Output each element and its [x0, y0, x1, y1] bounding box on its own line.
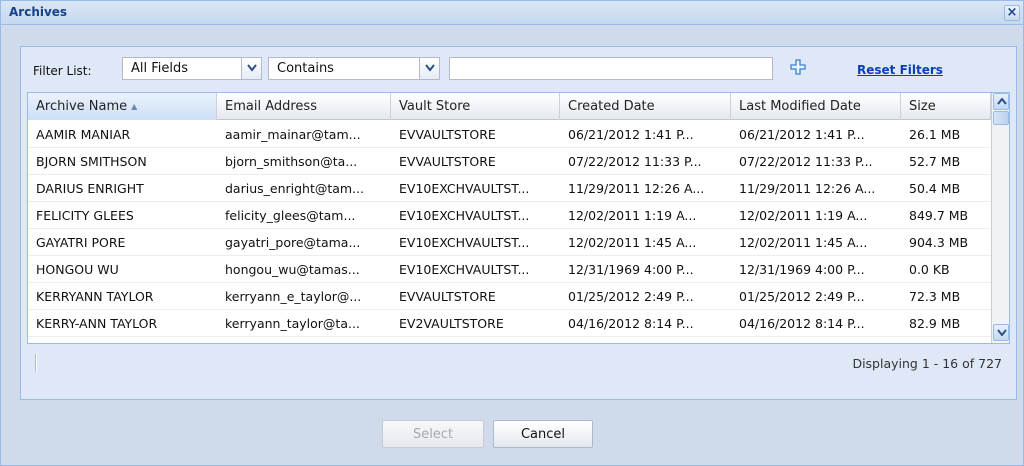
filter-operator-select[interactable]: Contains: [268, 57, 440, 80]
cell-vault-store: EVVAULTSTORE: [399, 154, 496, 169]
cell-archive-name: GAYATRI PORE: [36, 235, 126, 250]
cell-archive-name: KERRY-ANN TAYLOR: [36, 316, 158, 331]
cell-last-modified-date: 11/29/2011 12:26 A...: [739, 181, 876, 196]
column-label: Last Modified Date: [739, 99, 861, 114]
cell-size: 904.3 MB: [909, 235, 969, 250]
column-label: Created Date: [568, 99, 655, 114]
column-header-email-address[interactable]: Email Address: [217, 93, 391, 120]
table-row[interactable]: FELICITY GLEES felicity_glees@tam... EV10E…: [28, 202, 991, 229]
cell-email-address: kerryann_taylor@ta...: [225, 316, 360, 331]
column-label: Vault Store: [399, 99, 471, 114]
column-label: Archive Name: [36, 99, 128, 114]
cell-email-address: gayatri_pore@tama...: [225, 235, 361, 250]
archives-grid: Archive Name ▲ Email Address Vault Store …: [27, 92, 1010, 344]
filter-value-input[interactable]: [449, 57, 773, 80]
cell-archive-name: AAMIR MANIAR: [36, 127, 131, 142]
column-header-archive-name[interactable]: Archive Name ▲: [28, 93, 217, 120]
filter-field-value: All Fields: [131, 61, 189, 76]
cell-archive-name: DARIUS ENRIGHT: [36, 181, 144, 196]
column-header-vault-store[interactable]: Vault Store: [391, 93, 560, 120]
filter-field-select[interactable]: All Fields: [122, 57, 262, 80]
column-header-last-modified-date[interactable]: Last Modified Date: [731, 93, 901, 120]
cell-last-modified-date: 07/22/2012 11:33 P...: [739, 154, 873, 169]
cell-vault-store: EV10EXCHVAULTST...: [399, 181, 530, 196]
column-label: Size: [909, 99, 936, 114]
cell-vault-store: EVVAULTSTORE: [399, 289, 496, 304]
filter-list-label: Filter List:: [33, 64, 92, 78]
plus-icon[interactable]: [789, 58, 807, 76]
close-icon[interactable]: ×: [1004, 5, 1020, 21]
cell-vault-store: EV10EXCHVAULTST...: [399, 208, 530, 223]
select-button[interactable]: Select: [382, 420, 484, 448]
chevron-down-icon[interactable]: [241, 58, 261, 79]
cell-email-address: bjorn_smithson@ta...: [225, 154, 358, 169]
paging-toolbar: Displaying 1 - 16 of 727: [27, 349, 1010, 385]
cell-archive-name: KERRYANN TAYLOR: [36, 289, 154, 304]
archives-panel: Filter List: All Fields Contains Reset F…: [20, 46, 1017, 400]
cell-created-date: 06/21/2012 1:41 P...: [568, 127, 694, 142]
title-bar[interactable]: Archives ×: [1, 1, 1023, 25]
cell-size: 52.7 MB: [909, 154, 961, 169]
cell-email-address: kerryann_e_taylor@...: [225, 289, 362, 304]
scroll-thumb[interactable]: [993, 111, 1009, 125]
cell-email-address: hongou_wu@tamas...: [225, 262, 360, 277]
scroll-up-icon[interactable]: [993, 93, 1009, 110]
column-label: Email Address: [225, 99, 317, 114]
cell-created-date: 12/02/2011 1:19 A...: [568, 208, 697, 223]
table-row[interactable]: BJORN SMITHSON bjorn_smithson@ta... EVVAUL…: [28, 148, 991, 175]
cell-size: 26.1 MB: [909, 127, 961, 142]
cell-last-modified-date: 12/02/2011 1:19 A...: [739, 208, 868, 223]
cell-vault-store: EV10EXCHVAULTST...: [399, 262, 530, 277]
paging-info: Displaying 1 - 16 of 727: [852, 356, 1002, 371]
cell-created-date: 01/25/2012 2:49 P...: [568, 289, 694, 304]
dialog-title: Archives: [9, 5, 68, 19]
toolbar-separator: [35, 354, 37, 372]
cell-size: 849.7 MB: [909, 208, 969, 223]
cell-archive-name: FELICITY GLEES: [36, 208, 134, 223]
cell-created-date: 07/22/2012 11:33 P...: [568, 154, 702, 169]
cell-last-modified-date: 06/21/2012 1:41 P...: [739, 127, 865, 142]
cell-last-modified-date: 12/02/2011 1:45 A...: [739, 235, 868, 250]
column-header-created-date[interactable]: Created Date: [560, 93, 731, 120]
archives-dialog: Archives × Filter List: All Fields Conta…: [0, 0, 1024, 466]
scroll-down-icon[interactable]: [993, 324, 1009, 341]
cell-vault-store: EV2VAULTSTORE: [399, 316, 504, 331]
table-row[interactable]: GAYATRI PORE gayatri_pore@tama... EV10EXCH…: [28, 229, 991, 256]
table-row[interactable]: DARIUS ENRIGHT darius_enright@tam... EV10E…: [28, 175, 991, 202]
cell-created-date: 11/29/2011 12:26 A...: [568, 181, 705, 196]
cell-archive-name: HONGOU WU: [36, 262, 119, 277]
cell-last-modified-date: 12/31/1969 4:00 P...: [739, 262, 865, 277]
cell-size: 50.4 MB: [909, 181, 961, 196]
cell-email-address: aamir_mainar@tam...: [225, 127, 361, 142]
cell-vault-store: EV10EXCHVAULTST...: [399, 235, 530, 250]
grid-header: Archive Name ▲ Email Address Vault Store …: [28, 93, 991, 120]
table-row[interactable]: KERRYANN TAYLOR kerryann_e_taylor@... EVVA…: [28, 283, 991, 310]
cell-created-date: 12/31/1969 4:00 P...: [568, 262, 694, 277]
sort-ascending-icon: ▲: [131, 102, 138, 111]
cell-email-address: felicity_glees@tam...: [225, 208, 356, 223]
table-row[interactable]: AAMIR MANIAR aamir_mainar@tam... EVVAULTST…: [28, 121, 991, 148]
cell-created-date: 04/16/2012 8:14 P...: [568, 316, 694, 331]
cell-last-modified-date: 01/25/2012 2:49 P...: [739, 289, 865, 304]
cell-last-modified-date: 04/16/2012 8:14 P...: [739, 316, 865, 331]
filter-operator-value: Contains: [277, 61, 334, 76]
vertical-scrollbar[interactable]: [991, 93, 1009, 343]
grid-body: AAMIR MANIAR aamir_mainar@tam... EVVAULTST…: [28, 121, 991, 344]
cell-size: 0.0 KB: [909, 262, 950, 277]
reset-filters-link[interactable]: Reset Filters: [857, 63, 943, 77]
column-header-size[interactable]: Size: [901, 93, 991, 120]
cell-created-date: 12/02/2011 1:45 A...: [568, 235, 697, 250]
cell-size: 82.9 MB: [909, 316, 961, 331]
table-row[interactable]: KERRY-ANN TAYLOR kerryann_taylor@ta... EV2…: [28, 310, 991, 337]
cell-email-address: darius_enright@tam...: [225, 181, 365, 196]
cell-archive-name: BJORN SMITHSON: [36, 154, 147, 169]
filter-bar: Filter List: All Fields Contains Reset F…: [21, 47, 1016, 91]
table-row[interactable]: HONGOU WU hongou_wu@tamas... EV10EXCHVAULT…: [28, 256, 991, 283]
cell-vault-store: EVVAULTSTORE: [399, 127, 496, 142]
chevron-down-icon[interactable]: [419, 58, 439, 79]
cell-size: 72.3 MB: [909, 289, 961, 304]
cancel-button[interactable]: Cancel: [493, 420, 593, 448]
